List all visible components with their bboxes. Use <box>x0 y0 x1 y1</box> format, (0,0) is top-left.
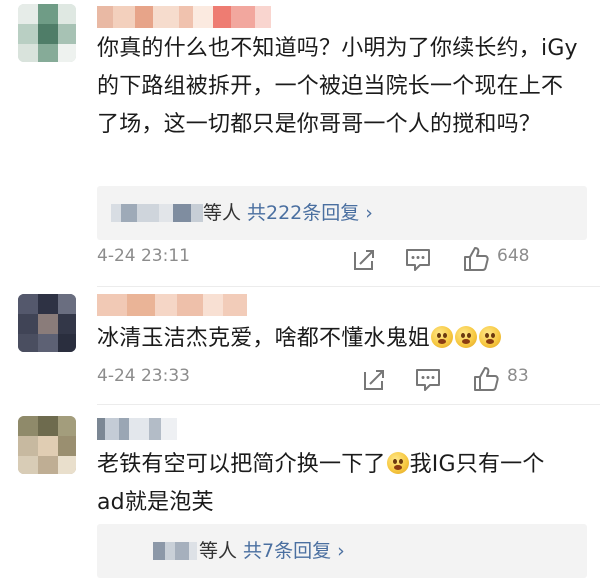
reply-label: 等人 <box>199 540 238 562</box>
comment-meta: 4-24 23:33 83 <box>97 362 587 396</box>
username-blurred[interactable] <box>97 6 271 28</box>
avatar[interactable] <box>18 4 76 62</box>
share-icon[interactable] <box>349 244 379 274</box>
avatar[interactable] <box>18 294 76 352</box>
comment-icon[interactable] <box>413 364 443 394</box>
comment-3: 老铁有空可以把简介换一下了 我IG只有一个ad就是泡芙 等人 共7条回复 › <box>0 406 600 582</box>
grimacing-face-emoji <box>431 326 454 348</box>
share-icon[interactable] <box>359 364 389 394</box>
comment-1: 你真的什么也不知道吗？小明为了你续长约，iGy的下路组被拆开，一个被迫当院长一个… <box>0 0 600 290</box>
username-blurred[interactable] <box>97 418 177 440</box>
replier-names-blurred <box>153 542 197 560</box>
view-replies-link[interactable]: 共7条回复 › <box>243 536 345 566</box>
reply-summary[interactable]: 等人 共7条回复 › <box>97 524 587 578</box>
reply-summary[interactable]: 等人 共222条回复 › <box>97 186 587 240</box>
grimacing-face-emoji <box>479 326 502 348</box>
comment-text: 你真的什么也不知道吗？小明为了你续长约，iGy的下路组被拆开，一个被迫当院长一个… <box>97 36 578 137</box>
replier-names-blurred <box>111 204 203 222</box>
like-count: 83 <box>507 366 529 386</box>
grimacing-face-emoji <box>386 452 409 474</box>
view-replies-link[interactable]: 共222条回复 › <box>247 198 373 228</box>
comment-meta: 4-24 23:11 648 <box>97 242 587 276</box>
comment-text: 冰清玉洁杰克爱，啥都不懂水鬼姐 <box>97 320 587 358</box>
username-blurred[interactable] <box>97 294 247 316</box>
thumbs-up-icon[interactable] <box>461 244 491 274</box>
thumbs-up-icon[interactable] <box>471 364 501 394</box>
timestamp: 4-24 23:11 <box>97 246 190 266</box>
comment-text-content: 冰清玉洁杰克爱，啥都不懂水鬼姐 <box>97 326 431 351</box>
comment-2: 冰清玉洁杰克爱，啥都不懂水鬼姐 4-24 23:33 83 <box>0 288 600 406</box>
divider <box>97 404 600 405</box>
avatar[interactable] <box>18 416 76 474</box>
like-count: 648 <box>497 246 530 266</box>
divider <box>97 286 600 287</box>
comment-text: 老铁有空可以把简介换一下了 我IG只有一个ad就是泡芙 <box>97 446 559 522</box>
reply-label: 等人 <box>203 202 242 224</box>
timestamp: 4-24 23:33 <box>97 366 190 386</box>
comment-text-content: 老铁有空可以把简介换一下了 <box>97 452 386 477</box>
comment-icon[interactable] <box>403 244 433 274</box>
grimacing-face-emoji <box>455 326 478 348</box>
